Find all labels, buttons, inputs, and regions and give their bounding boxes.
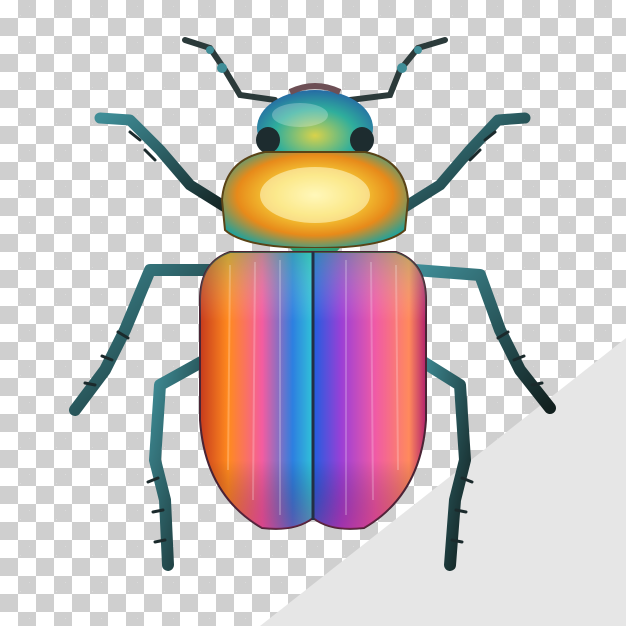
hind-leg-left <box>149 354 211 571</box>
front-leg-left <box>94 112 236 216</box>
front-leg-right <box>394 112 531 216</box>
image-canvas <box>0 0 626 626</box>
antenna-left <box>182 37 278 103</box>
middle-leg-right <box>409 264 556 414</box>
middle-leg-left <box>69 264 221 416</box>
beetle-illustration <box>69 37 556 571</box>
